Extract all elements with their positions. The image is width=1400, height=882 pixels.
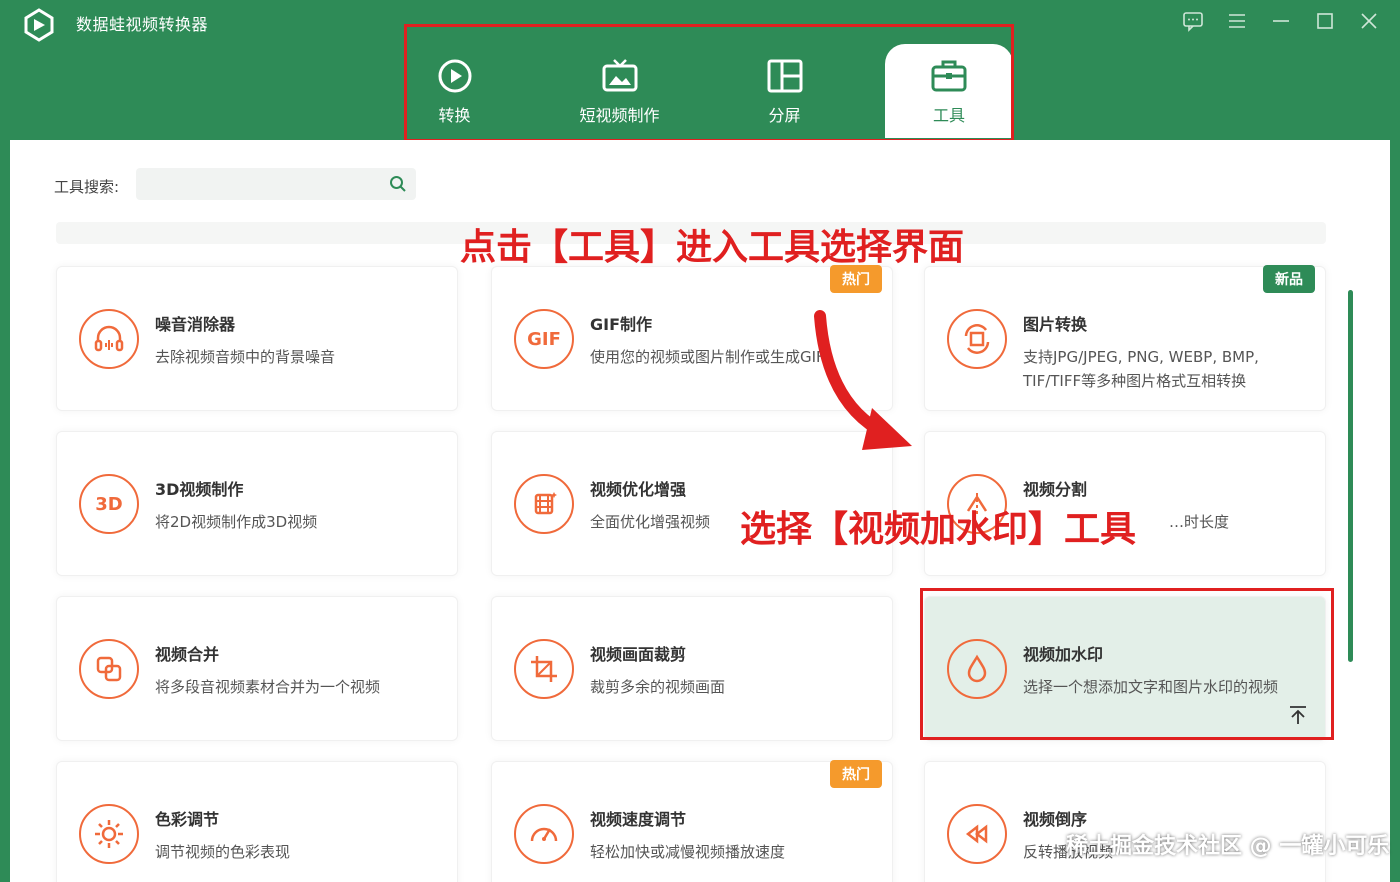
speed-icon <box>514 804 574 864</box>
tool-title: 3D视频制作 <box>155 480 244 499</box>
app-logo-icon <box>24 8 54 42</box>
tool-title: 视频速度调节 <box>590 810 687 829</box>
tool-desc: 将2D视频制作成3D视频 <box>155 513 318 531</box>
tabs-highlight-box <box>404 24 1014 142</box>
tool-card-3d-video[interactable]: 3D 3D视频制作 将2D视频制作成3D视频 <box>56 431 458 576</box>
tools-annotation: 点击【工具】进入工具选择界面 <box>460 227 965 268</box>
enhance-icon <box>514 474 574 534</box>
tool-desc: 去除视频音频中的背景噪音 <box>155 348 336 366</box>
tool-title: 噪音消除器 <box>155 315 236 334</box>
search-input[interactable] <box>136 168 416 200</box>
tool-card-speed[interactable]: 热门 视频速度调节 轻松加快或减慢视频播放速度 <box>491 760 893 882</box>
site-watermark: 稀土掘金技术社区 @ 一罐小可乐 <box>1066 834 1390 859</box>
rewind-icon <box>947 804 1007 864</box>
maximize-button[interactable] <box>1312 8 1338 34</box>
crop-icon <box>514 639 574 699</box>
tool-card-reverse[interactable]: 视频倒序 反转播放视频 <box>924 761 1326 882</box>
menu-icon <box>1229 14 1245 28</box>
tool-title: 视频合并 <box>155 645 220 664</box>
hot-badge: 热门 <box>830 760 882 788</box>
tool-title: 图片转换 <box>1023 315 1088 334</box>
tool-card-image-convert[interactable]: 新品 图片转换 支持JPG/JPEG, PNG, WEBP, BMP, TIF/… <box>924 265 1326 411</box>
tool-desc: 裁剪多余的视频画面 <box>590 678 726 696</box>
minimize-icon <box>1273 20 1289 22</box>
tool-title: 视频画面裁剪 <box>590 645 687 664</box>
minimize-button[interactable] <box>1268 8 1294 34</box>
gif-icon: GIF <box>514 309 574 369</box>
tool-title: GIF制作 <box>590 315 653 334</box>
chat-icon <box>1183 12 1203 32</box>
tool-card-noise-remover[interactable]: 噪音消除器 去除视频音频中的背景噪音 <box>56 266 458 411</box>
menu-button[interactable] <box>1224 8 1250 34</box>
search-icon[interactable] <box>388 174 408 194</box>
image-convert-icon <box>947 309 1007 369</box>
tool-desc: 支持JPG/JPEG, PNG, WEBP, BMP, TIF/TIFF等多种图… <box>1023 348 1259 390</box>
close-button[interactable] <box>1356 8 1382 34</box>
3d-icon: 3D <box>79 474 139 534</box>
watermark-highlight-box <box>920 588 1334 740</box>
app-title: 数据蛙视频转换器 <box>76 15 209 34</box>
tool-title: 视频分割 <box>1023 480 1088 499</box>
headphones-icon <box>79 309 139 369</box>
color-icon <box>79 804 139 864</box>
tool-desc: …时长度 <box>1169 513 1230 531</box>
maximize-icon <box>1317 13 1333 29</box>
tool-title: 视频倒序 <box>1023 810 1088 829</box>
tool-card-color-adjust[interactable]: 色彩调节 调节视频的色彩表现 <box>56 761 458 882</box>
tool-desc: 调节视频的色彩表现 <box>155 843 291 861</box>
scrollbar[interactable] <box>1348 290 1353 662</box>
merge-icon <box>79 639 139 699</box>
watermark-annotation: 选择【视频加水印】工具 <box>740 509 1137 550</box>
window-controls <box>1180 8 1382 34</box>
tool-desc: 轻松加快或减慢视频播放速度 <box>590 843 786 861</box>
annotation-arrow-icon <box>814 310 912 450</box>
tool-desc: 将多段音视频素材合并为一个视频 <box>155 678 381 696</box>
tool-title: 色彩调节 <box>155 810 220 829</box>
search-label: 工具搜索: <box>54 178 120 196</box>
feedback-button[interactable] <box>1180 8 1206 34</box>
tool-card-video-merge[interactable]: 视频合并 将多段音视频素材合并为一个视频 <box>56 596 458 741</box>
tools-panel: 工具搜索: 噪音消除器 去除视频音频中的背景噪音 热门 GIF GIF制作 使用… <box>10 140 1390 882</box>
new-badge: 新品 <box>1263 265 1315 293</box>
close-icon <box>1361 13 1377 29</box>
tool-card-crop[interactable]: 视频画面裁剪 裁剪多余的视频画面 <box>491 596 893 741</box>
tool-title: 视频优化增强 <box>590 480 687 499</box>
